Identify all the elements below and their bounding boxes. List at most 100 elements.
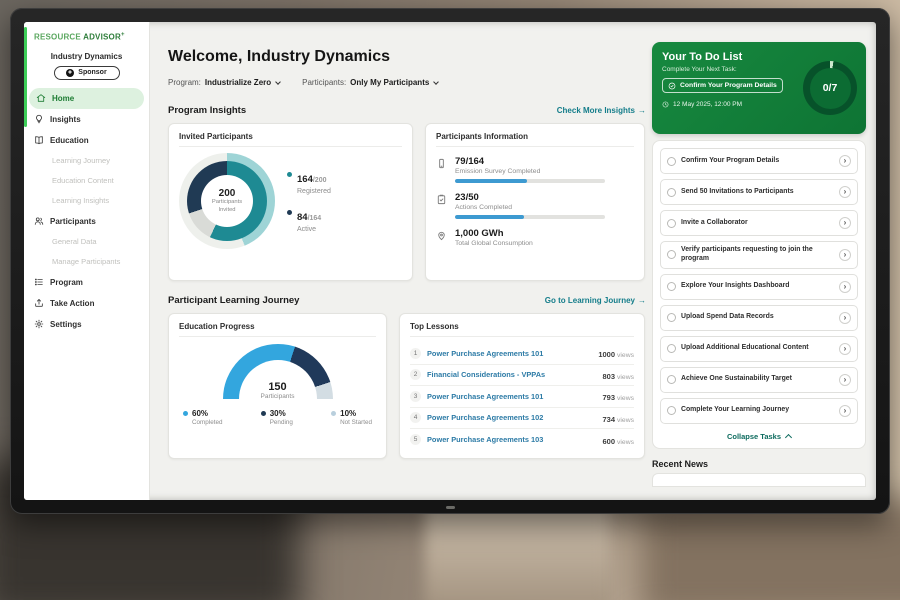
lesson-title-link[interactable]: Power Purchase Agreements 102: [427, 413, 596, 422]
recent-news-title: Recent News: [652, 459, 866, 469]
section-title: Program Insights: [168, 105, 246, 116]
learning-journey-header: Participant Learning Journey Go to Learn…: [168, 295, 646, 306]
sidebar-item-education[interactable]: Education: [24, 130, 149, 151]
todo-task-list: Confirm Your Program Details › Send 50 I…: [652, 140, 866, 449]
chevron-right-icon[interactable]: ›: [839, 343, 851, 355]
check-more-insights-link[interactable]: Check More Insights →: [557, 106, 646, 115]
sidebar-item-manage-participants[interactable]: Manage Participants: [24, 252, 149, 272]
brand-plus: +: [121, 32, 125, 38]
sidebar-item-settings[interactable]: Settings: [24, 314, 149, 335]
lesson-views: 734views: [602, 409, 634, 427]
actions-progress-bar: [455, 215, 605, 219]
task-checkbox[interactable]: [667, 219, 676, 228]
chevron-right-icon[interactable]: ›: [839, 405, 851, 417]
sidebar-item-program[interactable]: Program: [24, 272, 149, 293]
todo-hero-card: Your To Do List Complete Your Next Task:…: [652, 42, 866, 134]
task-checkbox[interactable]: [667, 344, 676, 353]
top-lessons-card: Top Lessons 1 Power Purchase Agreements …: [399, 313, 645, 459]
sidebar-item-label: Participants: [50, 217, 96, 226]
task-checkbox[interactable]: [667, 250, 676, 259]
invited-donut-chart: 200 Participants Invited: [179, 153, 275, 249]
home-icon: [36, 93, 46, 103]
sponsor-label: Sponsor: [78, 69, 106, 76]
program-select-label: Program:: [168, 78, 201, 87]
action-arrow-icon: [34, 298, 44, 308]
sidebar-item-learning-journey[interactable]: Learning Journey: [24, 151, 149, 171]
todo-column: Your To Do List Complete Your Next Task:…: [652, 42, 866, 487]
sponsor-badge[interactable]: Sponsor: [54, 66, 120, 80]
task-checkbox[interactable]: [667, 375, 676, 384]
location-pin-icon: [436, 230, 447, 241]
task-checkbox[interactable]: [667, 188, 676, 197]
task-checkbox[interactable]: [667, 282, 676, 291]
task-confirm-program-details[interactable]: Confirm Your Program Details ›: [660, 148, 858, 174]
lesson-rank: 4: [410, 412, 421, 423]
go-to-learning-journey-link[interactable]: Go to Learning Journey →: [545, 296, 646, 305]
sidebar-item-label: Insights: [50, 115, 81, 124]
book-icon: [34, 135, 44, 145]
chevron-right-icon[interactable]: ›: [839, 281, 851, 293]
sidebar-item-take-action[interactable]: Take Action: [24, 293, 149, 314]
stat-global-consumption: 1,000 GWh Total Global Consumption: [436, 228, 634, 247]
chevron-right-icon[interactable]: ›: [839, 249, 851, 261]
sidebar-item-participants[interactable]: Participants: [24, 211, 149, 232]
task-achieve-sustainability-target[interactable]: Achieve One Sustainability Target ›: [660, 367, 858, 393]
lesson-title-link[interactable]: Financial Considerations - VPPAs: [427, 370, 596, 379]
lesson-row: 3 Power Purchase Agreements 101 793views: [410, 386, 634, 408]
invited-participants-card: Invited Participants 200 Participants In…: [168, 123, 413, 281]
legend-item-not-started: 10% Not Started: [331, 409, 372, 426]
task-complete-learning-journey[interactable]: Complete Your Learning Journey ›: [660, 398, 858, 424]
program-insights-header: Program Insights Check More Insights →: [168, 105, 646, 116]
sidebar-item-label: Take Action: [50, 299, 94, 308]
todo-next-task[interactable]: Confirm Your Program Details: [662, 78, 783, 93]
main-content: Welcome, Industry Dynamics Program: Indu…: [168, 48, 646, 459]
page-title: Welcome, Industry Dynamics: [168, 48, 646, 66]
task-upload-spend-data[interactable]: Upload Spend Data Records ›: [660, 305, 858, 331]
task-invite-collaborator[interactable]: Invite a Collaborator ›: [660, 210, 858, 236]
lesson-title-link[interactable]: Power Purchase Agreements 101: [427, 392, 596, 401]
lesson-rank: 1: [410, 348, 421, 359]
sponsor-icon: [66, 69, 74, 77]
task-upload-educational-content[interactable]: Upload Additional Educational Content ›: [660, 336, 858, 362]
participants-information-card: Participants Information 79/164 Emission…: [425, 123, 645, 281]
legend-dot-navy: [261, 411, 266, 416]
task-explore-insights[interactable]: Explore Your Insights Dashboard ›: [660, 274, 858, 300]
chevron-right-icon[interactable]: ›: [839, 186, 851, 198]
sidebar-item-label: Education: [50, 136, 89, 145]
sidebar-item-learning-insights[interactable]: Learning Insights: [24, 191, 149, 211]
chevron-right-icon[interactable]: ›: [839, 374, 851, 386]
participants-select[interactable]: Participants: Only My Participants: [302, 78, 438, 87]
filter-bar: Program: Industrialize Zero Participants…: [168, 78, 646, 87]
participants-select-label: Participants:: [302, 78, 346, 87]
sidebar-item-label: Education Content: [52, 176, 114, 185]
sidebar-item-education-content[interactable]: Education Content: [24, 171, 149, 191]
gear-icon: [34, 319, 44, 329]
task-send-invitations[interactable]: Send 50 Invitations to Participants ›: [660, 179, 858, 205]
recent-news-card: [652, 473, 866, 487]
card-title: Invited Participants: [179, 132, 402, 147]
gauge-center-value: 150: [223, 381, 333, 393]
insights-cards-row: Invited Participants 200 Participants In…: [168, 123, 646, 281]
collapse-tasks-link[interactable]: Collapse Tasks: [660, 432, 858, 441]
chevron-right-icon[interactable]: ›: [839, 312, 851, 324]
sidebar-item-home[interactable]: Home: [29, 88, 144, 109]
chevron-right-icon[interactable]: ›: [839, 155, 851, 167]
legend-item-registered: 164/200 Registered: [287, 169, 331, 195]
task-checkbox[interactable]: [667, 406, 676, 415]
sidebar-item-label: General Data: [52, 237, 97, 246]
task-checkbox[interactable]: [667, 313, 676, 322]
learning-cards-row: Education Progress 150 Participants 60% …: [168, 313, 646, 459]
sidebar-item-insights[interactable]: Insights: [24, 109, 149, 130]
emission-progress-bar: [455, 179, 605, 183]
legend-item-pending: 30% Pending: [261, 409, 293, 426]
todo-progress-ring: 0/7: [803, 61, 857, 115]
program-select[interactable]: Program: Industrialize Zero: [168, 78, 280, 87]
arrow-right-icon: →: [638, 106, 646, 115]
sidebar-item-general-data[interactable]: General Data: [24, 232, 149, 252]
task-verify-participants[interactable]: Verify participants requesting to join t…: [660, 241, 858, 269]
lesson-title-link[interactable]: Power Purchase Agreements 103: [427, 435, 596, 444]
task-checkbox[interactable]: [667, 157, 676, 166]
lesson-views: 803views: [602, 366, 634, 384]
chevron-right-icon[interactable]: ›: [839, 217, 851, 229]
lesson-title-link[interactable]: Power Purchase Agreements 101: [427, 349, 592, 358]
